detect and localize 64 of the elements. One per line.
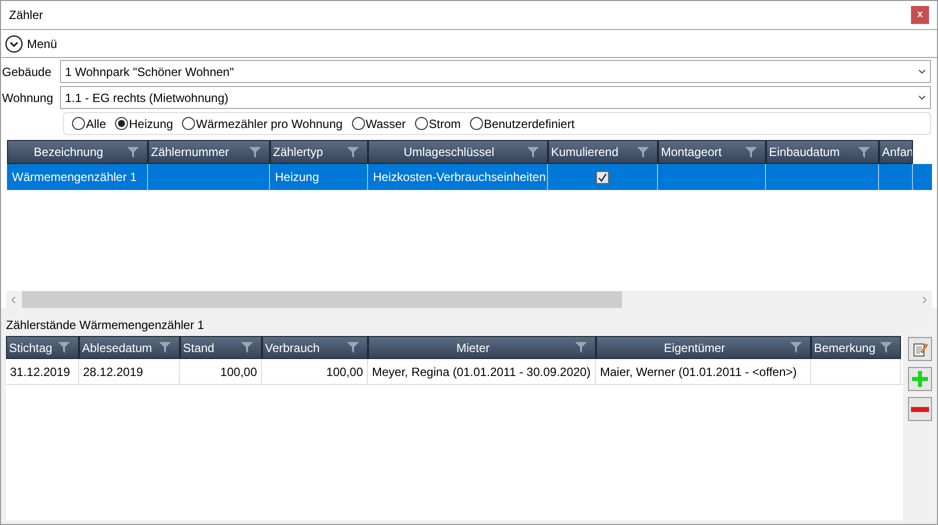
horizontal-scrollbar[interactable] <box>6 291 932 308</box>
radio-option[interactable]: Heizung <box>115 114 174 132</box>
edit-button[interactable] <box>908 337 932 361</box>
chevron-down-icon <box>5 34 23 52</box>
filter-icon[interactable] <box>880 342 892 353</box>
filter-icon[interactable] <box>858 146 870 158</box>
table-cell-text: 28.12.2019 <box>83 364 144 380</box>
table-cell-text: Meyer, Regina (01.01.2011 - 30.09.2020) <box>372 364 591 380</box>
column-header[interactable]: Verbrauch <box>262 336 368 359</box>
column-header[interactable]: Ablesedatum <box>79 336 180 359</box>
filter-icon[interactable] <box>527 146 539 158</box>
column-header[interactable]: Stand <box>180 336 262 359</box>
filter-icon[interactable] <box>249 146 261 158</box>
column-header[interactable]: Kumulierend <box>548 140 658 164</box>
filter-icon[interactable] <box>58 342 70 353</box>
filter-icon[interactable] <box>159 342 171 353</box>
close-button[interactable]: x <box>911 6 929 24</box>
filter-icon[interactable] <box>575 342 587 353</box>
table-cell-text: 31.12.2019 <box>10 364 70 380</box>
checkbox[interactable] <box>596 170 609 184</box>
column-header[interactable]: Stichtag <box>6 336 79 359</box>
add-button[interactable] <box>908 367 932 391</box>
column-header[interactable]: Montageort <box>658 140 766 164</box>
filter-icon[interactable] <box>745 146 757 158</box>
column-header[interactable]: Bemerkung <box>811 336 901 359</box>
table-cell-text: Maier, Werner (01.01.2011 - <offen>) <box>600 364 797 380</box>
radio-option[interactable]: Benutzerdefiniert <box>470 114 575 132</box>
filter-icon[interactable] <box>790 342 802 353</box>
dropdown-field[interactable]: 1 Wohnpark "Schöner Wohnen" <box>60 60 931 83</box>
radio-option[interactable]: Strom <box>414 114 461 132</box>
column-header[interactable]: Umlageschlüssel <box>368 140 548 164</box>
menu-toggle[interactable]: Menü <box>5 34 58 52</box>
filter-icon[interactable] <box>347 146 359 158</box>
table-cell-text: 100,00 <box>220 364 257 380</box>
radio-option[interactable]: Wärmezähler pro Wohnung <box>182 114 343 132</box>
column-header[interactable]: Eigentümer <box>596 336 811 359</box>
filter-icon[interactable] <box>637 146 649 158</box>
filter-icon[interactable] <box>241 342 253 353</box>
table-cell-text: Heizung <box>275 169 320 186</box>
window-title: Zähler <box>9 7 44 24</box>
table-cell-text: 100,00 <box>326 364 363 380</box>
column-header[interactable]: Zählertyp <box>270 140 368 164</box>
field-label: Wohnung <box>2 90 54 106</box>
table-cell-text: Wärmemengenzähler 1 <box>12 169 137 186</box>
dropdown-field[interactable]: 1.1 - EG rechts (Mietwohnung) <box>60 86 931 109</box>
scrollbar-thumb[interactable] <box>22 291 622 308</box>
filter-icon[interactable] <box>127 146 139 158</box>
section-title: Zählerstände Wärmemengenzähler 1 <box>6 317 206 334</box>
field-label: Gebäude <box>2 64 52 80</box>
filter-icon[interactable] <box>347 342 359 353</box>
chevron-down-icon <box>918 95 926 100</box>
column-header[interactable]: Mieter <box>368 336 596 359</box>
remove-button[interactable] <box>908 397 932 421</box>
column-header[interactable]: Einbaudatum <box>766 140 879 164</box>
chevron-down-icon <box>918 69 926 74</box>
table-row[interactable]: Wärmemengenzähler 1 Heizung Heizkosten-Verbrauchseinheiten <box>7 164 932 190</box>
column-header[interactable]: Zählernummer <box>148 140 270 164</box>
column-header[interactable]: Bezeichnung <box>7 140 148 164</box>
table-cell-text: Heizkosten-Verbrauchseinheiten <box>373 169 546 186</box>
minus-icon <box>911 406 929 412</box>
radio-option[interactable]: Alle <box>72 114 106 132</box>
radio-option[interactable]: Wasser <box>352 114 406 132</box>
plus-icon <box>911 370 929 388</box>
notepad-pencil-icon <box>912 341 928 357</box>
